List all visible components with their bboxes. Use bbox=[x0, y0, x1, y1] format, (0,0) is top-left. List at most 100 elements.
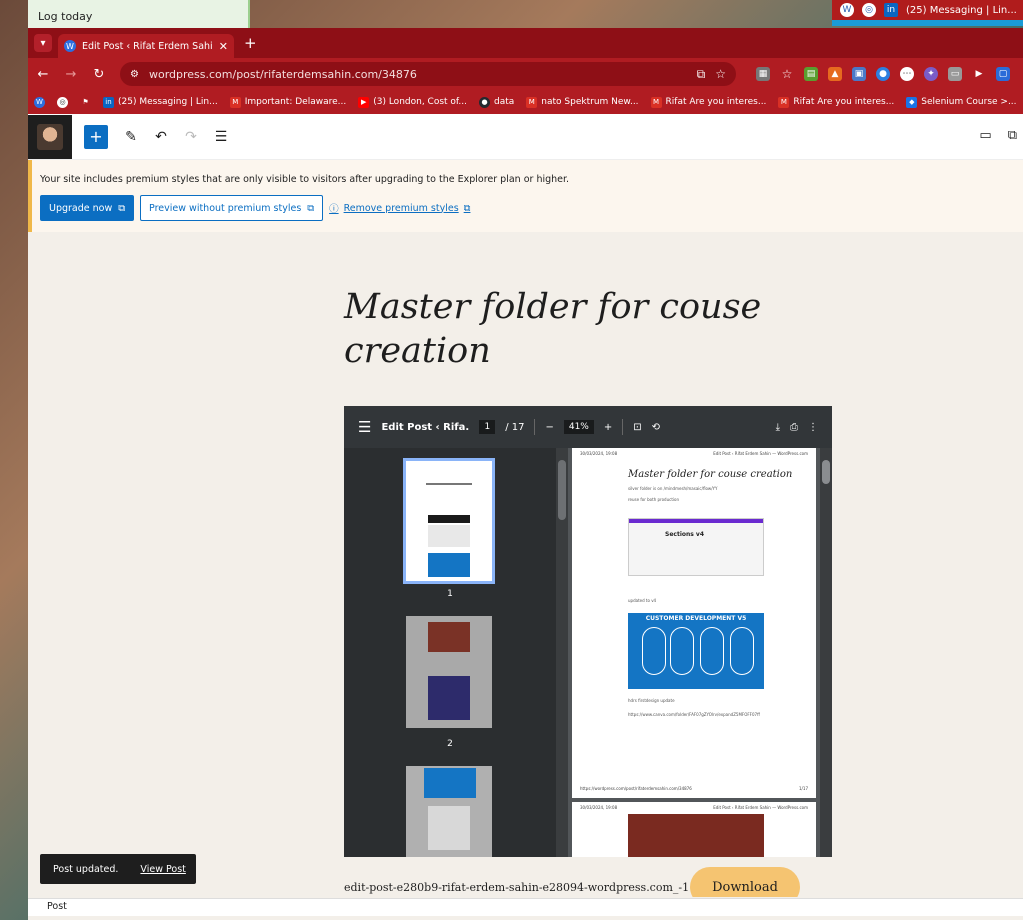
view-post-link[interactable]: View Post bbox=[140, 864, 185, 875]
external-link-icon[interactable]: ⧉ bbox=[1008, 128, 1017, 143]
print-icon[interactable]: ⎙ bbox=[790, 422, 798, 433]
gmail-icon: M bbox=[650, 96, 662, 108]
pdf-page-total: / 17 bbox=[505, 421, 525, 433]
list-view-icon[interactable]: ☰ bbox=[214, 129, 228, 145]
upgrade-now-button[interactable]: Upgrade now ⧉ bbox=[40, 195, 135, 221]
avatar[interactable] bbox=[28, 114, 72, 159]
remove-premium-styles-link[interactable]: ⓘ Remove premium styles ⧉ bbox=[329, 201, 471, 216]
new-tab-button[interactable]: + bbox=[244, 34, 257, 52]
close-icon[interactable]: ✕ bbox=[219, 40, 228, 53]
bookmark-item[interactable]: M Rifat Are you interes... bbox=[650, 96, 766, 108]
bookmark-star-icon[interactable]: ☆ bbox=[715, 67, 726, 81]
pdf-screenshot-heading: Sections v4 bbox=[665, 531, 705, 538]
breadcrumb-post[interactable]: Post bbox=[47, 901, 67, 912]
extension-icon[interactable]: ▣ bbox=[852, 67, 866, 81]
more-icon[interactable]: ⋯ bbox=[900, 67, 914, 81]
scrollbar-thumb[interactable] bbox=[558, 460, 566, 520]
url-text[interactable]: wordpress.com/post/rifaterdemsahin.com/3… bbox=[149, 68, 687, 81]
reload-icon[interactable]: ↻ bbox=[92, 67, 106, 82]
preview-label: Preview without premium styles bbox=[149, 202, 302, 214]
zoom-out-icon[interactable]: − bbox=[545, 422, 553, 433]
star-icon[interactable]: ☆ bbox=[780, 67, 794, 81]
tab-search-button[interactable]: ▾ bbox=[34, 34, 52, 52]
gmail-icon: M bbox=[778, 96, 790, 108]
more-vert-icon[interactable]: ⋮ bbox=[808, 422, 818, 433]
extension-icon[interactable]: ▢ bbox=[996, 67, 1010, 81]
background-tab-title: (25) Messaging | Lin... bbox=[906, 4, 1017, 16]
bookmark-item[interactable]: ● data bbox=[479, 96, 515, 108]
bookmark-item[interactable]: M Important: Delaware... bbox=[229, 96, 347, 108]
undo-icon[interactable]: ↶ bbox=[154, 129, 168, 145]
app-icon: ⚑ bbox=[82, 98, 89, 106]
forward-icon[interactable]: → bbox=[64, 67, 78, 82]
download-button[interactable]: Download bbox=[690, 867, 800, 897]
pdf-scrollbar[interactable] bbox=[820, 448, 832, 857]
cursor-icon[interactable]: ▶ bbox=[972, 67, 986, 81]
post-updated-snackbar: Post updated. View Post bbox=[40, 854, 196, 884]
zoom-in-icon[interactable]: + bbox=[604, 422, 612, 433]
site-info-icon[interactable]: ⚙ bbox=[130, 69, 139, 80]
pencil-icon[interactable]: ✎ bbox=[124, 129, 138, 145]
extension-icon[interactable]: ✦ bbox=[924, 67, 938, 81]
gmail-icon: M bbox=[229, 96, 241, 108]
bookmark-item[interactable]: ▶ (3) London, Cost of... bbox=[358, 96, 468, 108]
file-caption: edit-post-e280b9-rifat-erdem-sahin-e2809… bbox=[344, 881, 690, 894]
wordpress-icon: W bbox=[840, 3, 854, 17]
bookmark-item[interactable]: M Rifat Are you interes... bbox=[778, 96, 894, 108]
pdf-toolbar: ☰ Edit Post ‹ Rifa... 1 / 17 − 41% + ⊡ ⟲… bbox=[344, 406, 832, 448]
preview-without-premium-button[interactable]: Preview without premium styles ⧉ bbox=[140, 195, 324, 221]
editor-canvas: Master folder for couse creation ☰ Edit … bbox=[28, 235, 1023, 897]
rotate-icon[interactable]: ⟲ bbox=[652, 422, 660, 433]
scrollbar-thumb[interactable] bbox=[822, 460, 830, 484]
pdf-thumbnail-1[interactable] bbox=[403, 458, 495, 584]
linkedin-icon: in bbox=[103, 96, 114, 108]
bookmark-label: data bbox=[494, 97, 515, 107]
pdf-viewer[interactable]: ☰ Edit Post ‹ Rifa... 1 / 17 − 41% + ⊡ ⟲… bbox=[344, 406, 832, 857]
youtube-icon: ▶ bbox=[358, 96, 370, 108]
pdf-zoom-input[interactable]: 41% bbox=[563, 420, 594, 434]
add-block-button[interactable]: + bbox=[84, 124, 108, 149]
external-link-icon: ⧉ bbox=[463, 202, 471, 214]
pdf-page-source: Edit Post ‹ Rifat Erdem Sahin — WordPres… bbox=[713, 451, 808, 456]
external-link-icon: ⧉ bbox=[307, 202, 315, 214]
thumbnail-scrollbar[interactable] bbox=[556, 448, 568, 857]
bookmark-openai[interactable]: ◎ bbox=[57, 96, 68, 108]
remove-premium-label: Remove premium styles bbox=[343, 202, 459, 214]
open-in-app-icon[interactable]: ⧉ bbox=[697, 67, 706, 82]
pdf-thumbnail-sidebar: 1 2 bbox=[344, 448, 556, 857]
bookmark-label: (3) London, Cost of... bbox=[373, 97, 468, 107]
bookmark-label: Selenium Course >... bbox=[921, 97, 1017, 107]
pdf-embedded-screenshot: Sections v4 bbox=[628, 518, 764, 576]
wordpress-icon: W bbox=[64, 40, 76, 52]
back-icon[interactable]: ← bbox=[36, 67, 50, 82]
extension-icon[interactable]: ▤ bbox=[804, 67, 818, 81]
pdf-thumbnail-number: 2 bbox=[447, 739, 453, 749]
pdf-thumbnail-2[interactable] bbox=[406, 616, 492, 728]
menu-icon[interactable]: ☰ bbox=[358, 418, 371, 436]
bookmark-label: Important: Delaware... bbox=[244, 97, 347, 107]
extension-icon[interactable]: ● bbox=[876, 67, 890, 81]
extension-icon[interactable]: ▭ bbox=[948, 67, 962, 81]
address-bar[interactable]: ⚙ wordpress.com/post/rifaterdemsahin.com… bbox=[120, 62, 736, 86]
pdf-page-2-image bbox=[628, 814, 764, 857]
extension-icon[interactable]: ▲ bbox=[828, 67, 842, 81]
bookmark-item[interactable]: in (25) Messaging | Lin... bbox=[103, 96, 218, 108]
bookmark-wordpress[interactable]: W bbox=[34, 96, 45, 108]
editor-header-right: ▭ ⧉ bbox=[979, 128, 1017, 143]
pdf-page-source: Edit Post ‹ Rifat Erdem Sahin — WordPres… bbox=[713, 805, 808, 810]
download-icon[interactable]: ⤓ bbox=[776, 422, 780, 433]
redo-icon[interactable]: ↷ bbox=[184, 129, 198, 145]
editor-footer-breadcrumb: Post bbox=[28, 898, 1023, 916]
pdf-page-input[interactable]: 1 bbox=[479, 420, 496, 434]
divider bbox=[534, 419, 536, 435]
bookmark-item[interactable]: ◆ Selenium Course >... bbox=[906, 96, 1017, 108]
post-title[interactable]: Master folder for couse creation bbox=[344, 285, 764, 373]
extension-icon[interactable]: ▦ bbox=[756, 67, 770, 81]
bookmark-item[interactable]: Mnato Spektrum New... bbox=[526, 96, 639, 108]
preview-device-icon[interactable]: ▭ bbox=[979, 128, 991, 143]
bookmark-app[interactable]: ⚑ bbox=[80, 97, 91, 108]
tab-edit-post[interactable]: W Edit Post ‹ Rifat Erdem Sahin — ✕ bbox=[58, 34, 234, 58]
fit-page-icon[interactable]: ⊡ bbox=[633, 422, 641, 433]
pdf-page-line: silver folder is on /mindmesh/masaic/flo… bbox=[628, 486, 718, 491]
pdf-thumbnail-3[interactable] bbox=[406, 766, 492, 857]
